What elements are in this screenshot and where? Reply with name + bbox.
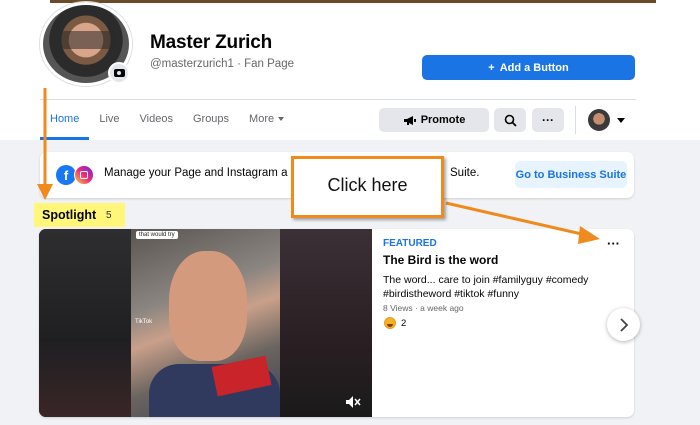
tab-home-label: Home [50,112,80,125]
video-blur-left [39,229,131,417]
tab-more-label: More [249,113,275,125]
add-a-button[interactable]: + Add a Button [422,55,635,80]
add-button-label: Add a Button [499,61,569,74]
next-arrow-button[interactable] [607,308,640,341]
video-thumbnail[interactable]: that would try TikTok [39,229,372,417]
video-title[interactable]: The Bird is the word [383,253,498,267]
video-caption: that would try [136,231,178,239]
cover-photo-edge [50,0,656,3]
promote-label: Promote [420,114,466,126]
tab-videos[interactable]: Videos [130,100,183,138]
page-handle: @masterzurich1 · Fan Page [150,58,294,70]
page-tabs: Home Live Videos Groups More [40,100,294,140]
tab-home[interactable]: Home [40,100,90,140]
video-meta: 8 Views · a week ago [383,303,464,313]
tab-live-label: Live [99,113,120,125]
camera-icon[interactable] [108,62,130,84]
business-suite-text: Manage your Page and Instagram a [104,167,288,179]
account-caret-icon[interactable] [617,118,625,123]
instagram-icon [74,165,94,185]
tab-groups-label: Groups [192,113,230,125]
video-description: The word... care to join #familyguy #com… [383,274,589,300]
haha-reaction-icon[interactable] [384,317,396,329]
nav-separator [575,106,576,134]
search-icon [504,114,517,127]
mute-icon[interactable] [345,395,361,409]
tab-groups[interactable]: Groups [183,100,239,138]
spotlight-heading: Spotlight [42,208,97,222]
facebook-instagram-icons: f [56,165,96,185]
video-face [169,251,247,361]
tab-live[interactable]: Live [89,100,129,138]
search-button[interactable] [494,108,526,132]
click-here-callout: Click here [291,156,444,218]
caret-down-icon [278,117,285,121]
card-more-options-button[interactable]: ··· [607,237,620,250]
dots-icon: ··· [542,113,554,127]
spotlight-count: 5 [106,210,112,221]
business-suite-text-tail: Suite. [450,167,480,179]
megaphone-icon [403,115,416,125]
chevron-right-icon [619,317,628,332]
more-options-button[interactable]: ··· [532,108,564,132]
featured-badge: FEATURED [383,238,437,249]
promote-button[interactable]: Promote [379,108,489,132]
tab-videos-label: Videos [139,113,173,125]
go-to-business-suite-button[interactable]: Go to Business Suite [515,161,627,188]
account-avatar[interactable] [588,109,610,131]
callout-text: Click here [327,174,408,195]
facebook-icon: f [56,165,76,185]
page-name: Master Zurich [150,32,272,53]
reaction-count[interactable]: 2 [401,318,406,329]
tab-more[interactable]: More [239,100,294,138]
tiktok-watermark: TikTok [135,319,153,325]
video-blur-right [280,229,372,417]
plus-icon: + [488,61,495,74]
